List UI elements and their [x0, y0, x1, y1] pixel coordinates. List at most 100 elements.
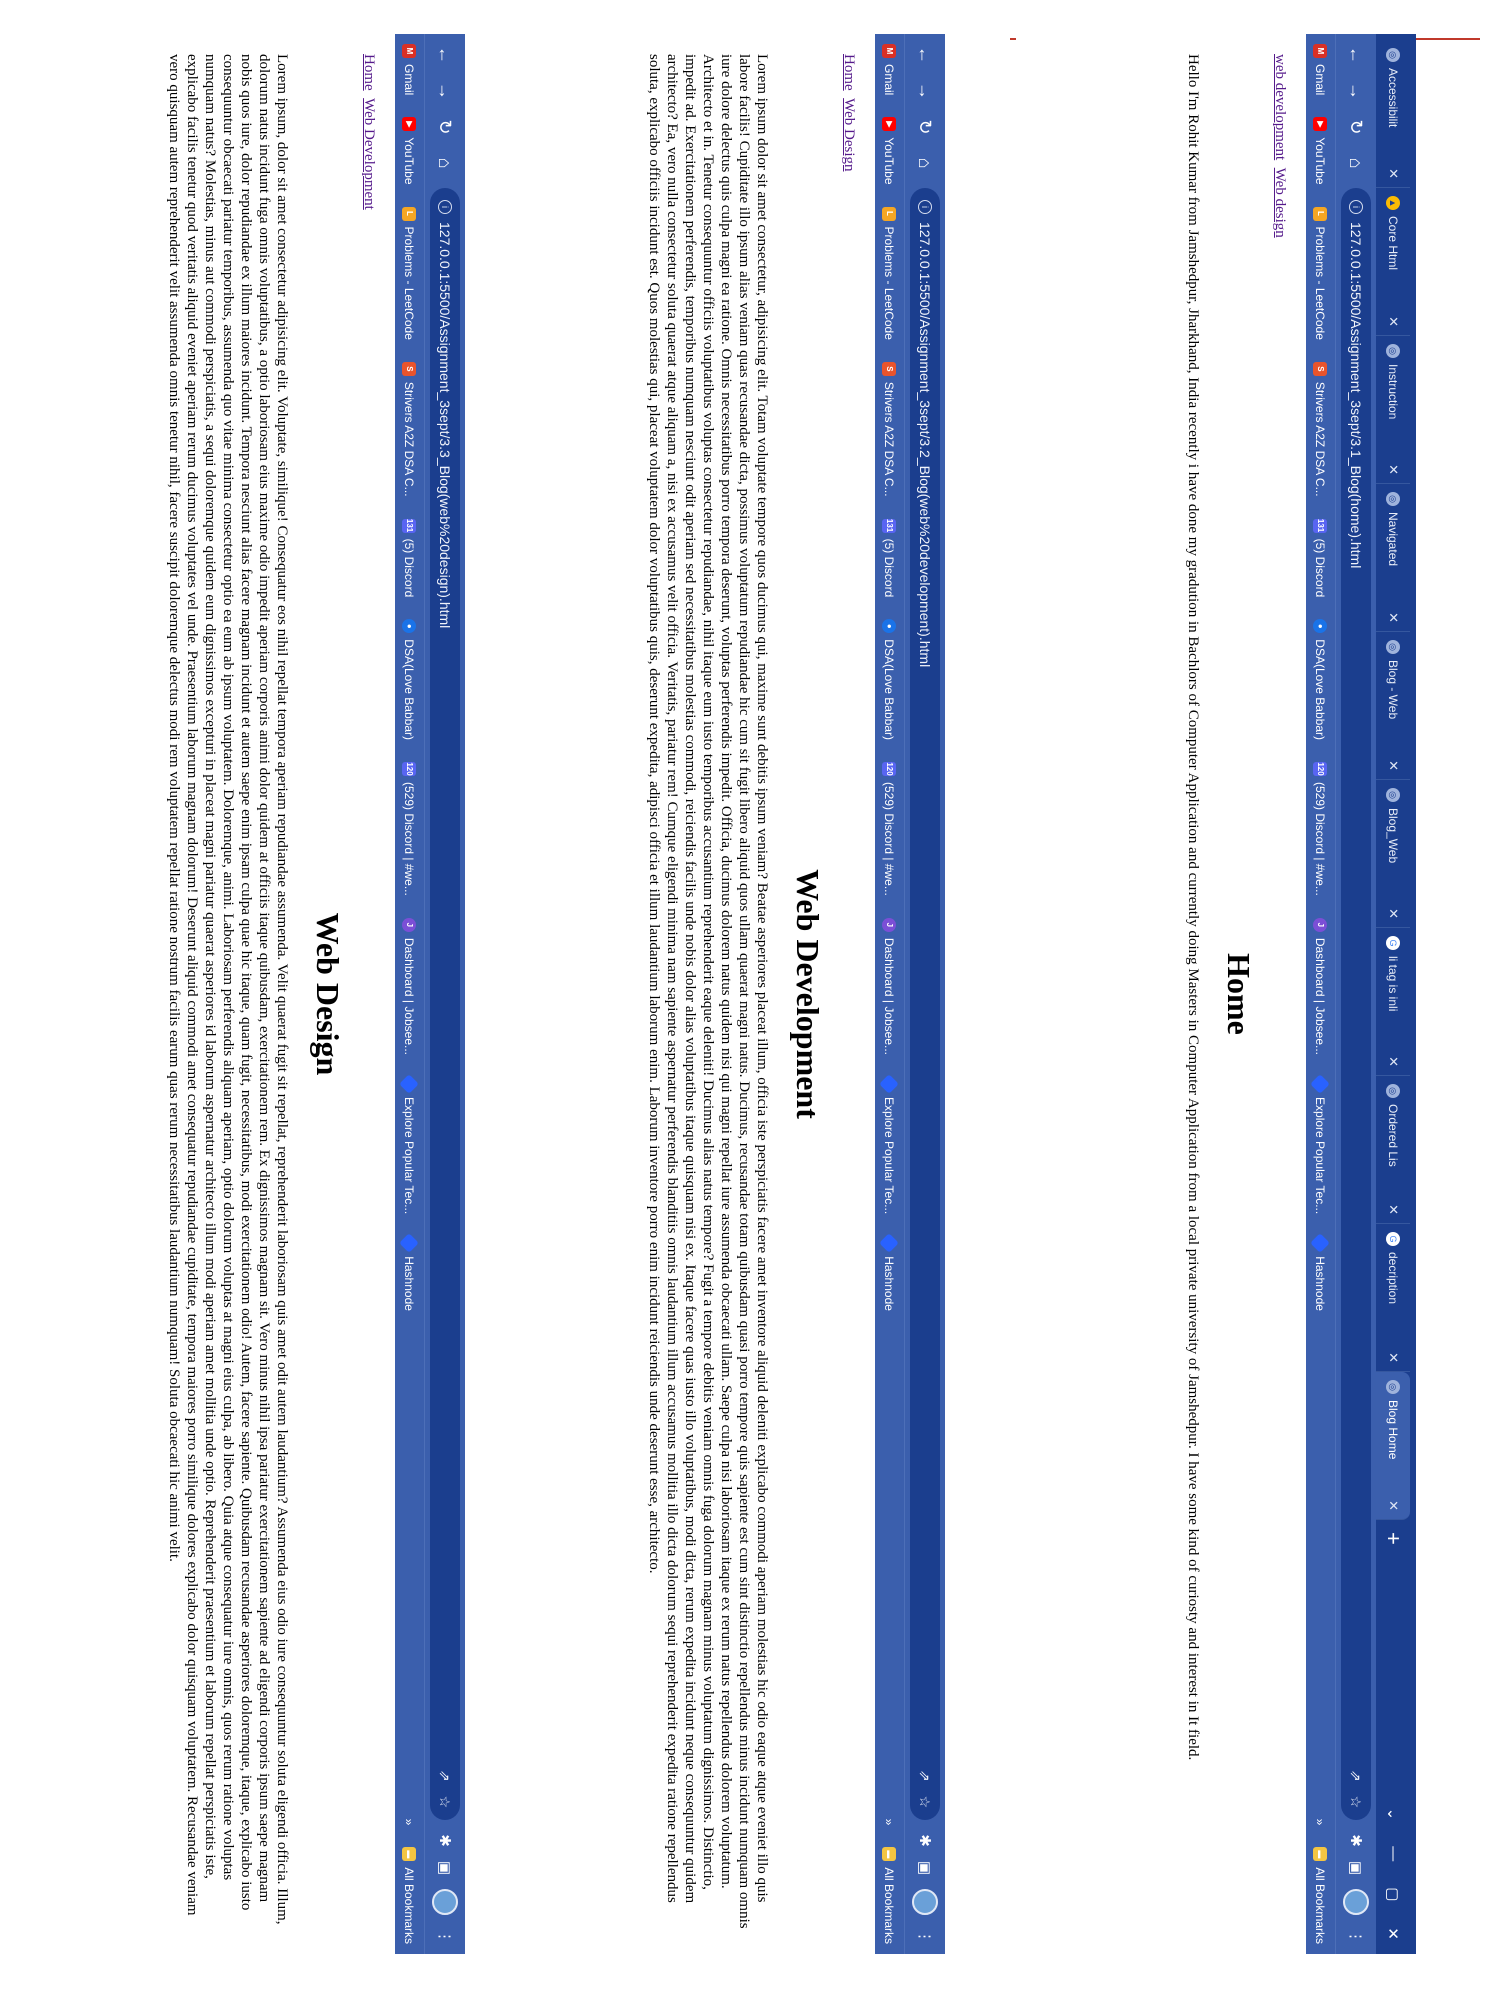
bookmark-jobseeker[interactable]: J Dashboard | Jobsee...	[402, 917, 417, 1055]
menu-kebab-icon[interactable]: ⋮	[916, 1929, 934, 1944]
all-bookmarks-folder[interactable]: ▬ All Bookmarks	[402, 1847, 417, 1944]
link-web-development[interactable]: web development	[1272, 54, 1288, 160]
bookmark-dsa-love-babbar[interactable]: ● DSA(Love Babbar)	[402, 619, 417, 740]
site-info-icon[interactable]: i	[918, 200, 932, 214]
tab-blog-web[interactable]: ◎ Blog - Web ✕	[1376, 632, 1410, 780]
link-web-design[interactable]: Web Design	[841, 98, 857, 171]
bookmark-discord-we[interactable]: 120 (529) Discord | #we...	[402, 762, 417, 896]
bookmark-star-icon[interactable]: ☆	[1348, 1796, 1365, 1809]
menu-kebab-icon[interactable]: ⋮	[1347, 1929, 1365, 1944]
reload-icon[interactable]: ↻	[1346, 116, 1367, 138]
tab-close-icon[interactable]: ✕	[1385, 908, 1401, 919]
forward-icon[interactable]: →	[1346, 80, 1367, 102]
back-icon[interactable]: ←	[1346, 44, 1367, 66]
side-panel-icon[interactable]: ▣	[436, 1861, 454, 1875]
tab-core-html[interactable]: ▲ Core Html ✕	[1376, 188, 1410, 336]
bookmark-discord[interactable]: 131 (5) Discord	[1313, 518, 1328, 597]
link-web-design[interactable]: Web design	[1272, 168, 1288, 238]
bookmark-gmail[interactable]: M Gmail	[1313, 44, 1328, 95]
profile-avatar[interactable]	[432, 1889, 458, 1915]
share-icon[interactable]: ⇗	[437, 1770, 454, 1782]
profile-avatar[interactable]	[1343, 1889, 1369, 1915]
tab-ordered-list[interactable]: ◎ Ordered Lis ✕	[1376, 1076, 1410, 1224]
bookmark-leetcode[interactable]: L Problems - LeetCode	[882, 206, 897, 340]
bookmark-star-icon[interactable]: ☆	[437, 1796, 454, 1809]
address-bar[interactable]: i 127.0.0.1:5500/Assignment_3sept/3.3_Bl…	[430, 188, 460, 1821]
bookmark-gmail[interactable]: M Gmail	[402, 44, 417, 95]
minimize-icon[interactable]: —	[1384, 1846, 1402, 1861]
bookmark-dsa-love-babbar[interactable]: ● DSA(Love Babbar)	[1313, 619, 1328, 740]
reload-icon[interactable]: ↻	[435, 116, 456, 138]
tab-blog-web-2[interactable]: ◎ Blog_Web ✕	[1376, 780, 1410, 928]
site-info-icon[interactable]: i	[1349, 200, 1363, 214]
home-icon[interactable]: ⌂	[1346, 152, 1367, 174]
tab-close-icon[interactable]: ✕	[1385, 316, 1401, 327]
all-bookmarks-folder[interactable]: ▬ All Bookmarks	[882, 1847, 897, 1944]
bookmark-explore[interactable]: Explore Popular Tec...	[399, 1074, 420, 1214]
reload-icon[interactable]: ↻	[915, 116, 936, 138]
home-icon[interactable]: ⌂	[435, 152, 456, 174]
close-window-icon[interactable]: ✕	[1384, 1927, 1402, 1940]
tab-accessibility[interactable]: ◎ Accessibilit ✕	[1376, 40, 1410, 188]
address-bar[interactable]: i 127.0.0.1:5500/Assignment_3sept/3.1_Bl…	[1341, 188, 1371, 1821]
tab-close-icon[interactable]: ✕	[1385, 1056, 1401, 1067]
bookmark-dsa-love-babbar[interactable]: ● DSA(Love Babbar)	[882, 619, 897, 740]
new-tab-button[interactable]: +	[1376, 1520, 1406, 1557]
tab-li-tag[interactable]: Gli tag is inli ✕	[1376, 928, 1410, 1076]
bookmark-leetcode[interactable]: L Problems - LeetCode	[1313, 206, 1328, 340]
bookmark-hashnode[interactable]: Hashnode	[399, 1233, 420, 1311]
bookmark-strivers[interactable]: S Strivers A2Z DSA C...	[882, 361, 897, 497]
bookmark-hashnode[interactable]: Hashnode	[1310, 1233, 1331, 1311]
tab-close-icon[interactable]: ✕	[1385, 1204, 1401, 1215]
bookmark-gmail[interactable]: M Gmail	[882, 44, 897, 95]
bookmark-discord[interactable]: 131 (5) Discord	[882, 518, 897, 597]
address-bar[interactable]: i 127.0.0.1:5500/Assignment_3sept/3.2_Bl…	[910, 188, 940, 1821]
side-panel-icon[interactable]: ▣	[916, 1861, 934, 1875]
tab-blog-home[interactable]: ◎ Blog Home ✕	[1376, 1372, 1410, 1520]
bookmark-discord[interactable]: 131 (5) Discord	[402, 518, 417, 597]
bookmark-discord-we[interactable]: 120 (529) Discord | #we...	[882, 762, 897, 896]
extension-puzzle-icon[interactable]: ✱	[436, 1834, 454, 1847]
tab-close-icon[interactable]: ✕	[1385, 168, 1401, 179]
tab-search-icon[interactable]: ⌄	[1384, 1808, 1402, 1821]
bookmark-youtube[interactable]: ▶ YouTube	[402, 117, 417, 185]
forward-icon[interactable]: →	[435, 80, 456, 102]
bookmark-explore[interactable]: Explore Popular Tec...	[879, 1074, 900, 1214]
share-icon[interactable]: ⇗	[1348, 1770, 1365, 1782]
side-panel-icon[interactable]: ▣	[1347, 1861, 1365, 1875]
bookmark-leetcode[interactable]: L Problems - LeetCode	[402, 206, 417, 340]
tab-close-icon[interactable]: ✕	[1385, 1500, 1401, 1511]
bookmark-discord-we[interactable]: 120 (529) Discord | #we...	[1313, 762, 1328, 896]
link-home[interactable]: Home	[361, 54, 377, 91]
extension-puzzle-icon[interactable]: ✱	[916, 1834, 934, 1847]
share-icon[interactable]: ⇗	[917, 1770, 934, 1782]
home-icon[interactable]: ⌂	[915, 152, 936, 174]
link-web-development[interactable]: Web Development	[361, 98, 377, 210]
link-home[interactable]: Home	[841, 54, 857, 91]
tab-instruction[interactable]: ◎ Instruction ✕	[1376, 336, 1410, 484]
menu-kebab-icon[interactable]: ⋮	[436, 1929, 454, 1944]
bookmark-star-icon[interactable]: ☆	[917, 1796, 934, 1809]
extension-puzzle-icon[interactable]: ✱	[1347, 1834, 1365, 1847]
site-info-icon[interactable]: i	[438, 200, 452, 214]
tab-navigated[interactable]: ◎ Navigated ✕	[1376, 484, 1410, 632]
bookmark-jobseeker[interactable]: J Dashboard | Jobsee...	[1313, 917, 1328, 1055]
profile-avatar[interactable]	[912, 1889, 938, 1915]
back-icon[interactable]: ←	[435, 44, 456, 66]
tab-close-icon[interactable]: ✕	[1385, 464, 1401, 475]
bookmark-jobseeker[interactable]: J Dashboard | Jobsee...	[882, 917, 897, 1055]
bookmark-strivers[interactable]: S Strivers A2Z DSA C...	[1313, 361, 1328, 497]
more-bookmarks-icon[interactable]: »	[403, 1819, 417, 1826]
maximize-icon[interactable]: ▢	[1384, 1887, 1402, 1901]
bookmark-youtube[interactable]: ▶ YouTube	[882, 117, 897, 185]
tab-close-icon[interactable]: ✕	[1385, 1352, 1401, 1363]
bookmark-explore[interactable]: Explore Popular Tec...	[1310, 1074, 1331, 1214]
bookmark-strivers[interactable]: S Strivers A2Z DSA C...	[402, 361, 417, 497]
tab-close-icon[interactable]: ✕	[1385, 760, 1401, 771]
more-bookmarks-icon[interactable]: »	[883, 1819, 897, 1826]
more-bookmarks-icon[interactable]: »	[1314, 1819, 1328, 1826]
back-icon[interactable]: ←	[915, 44, 936, 66]
bookmark-youtube[interactable]: ▶ YouTube	[1313, 117, 1328, 185]
tab-decription[interactable]: Gdecription ✕	[1376, 1224, 1410, 1372]
forward-icon[interactable]: →	[915, 80, 936, 102]
